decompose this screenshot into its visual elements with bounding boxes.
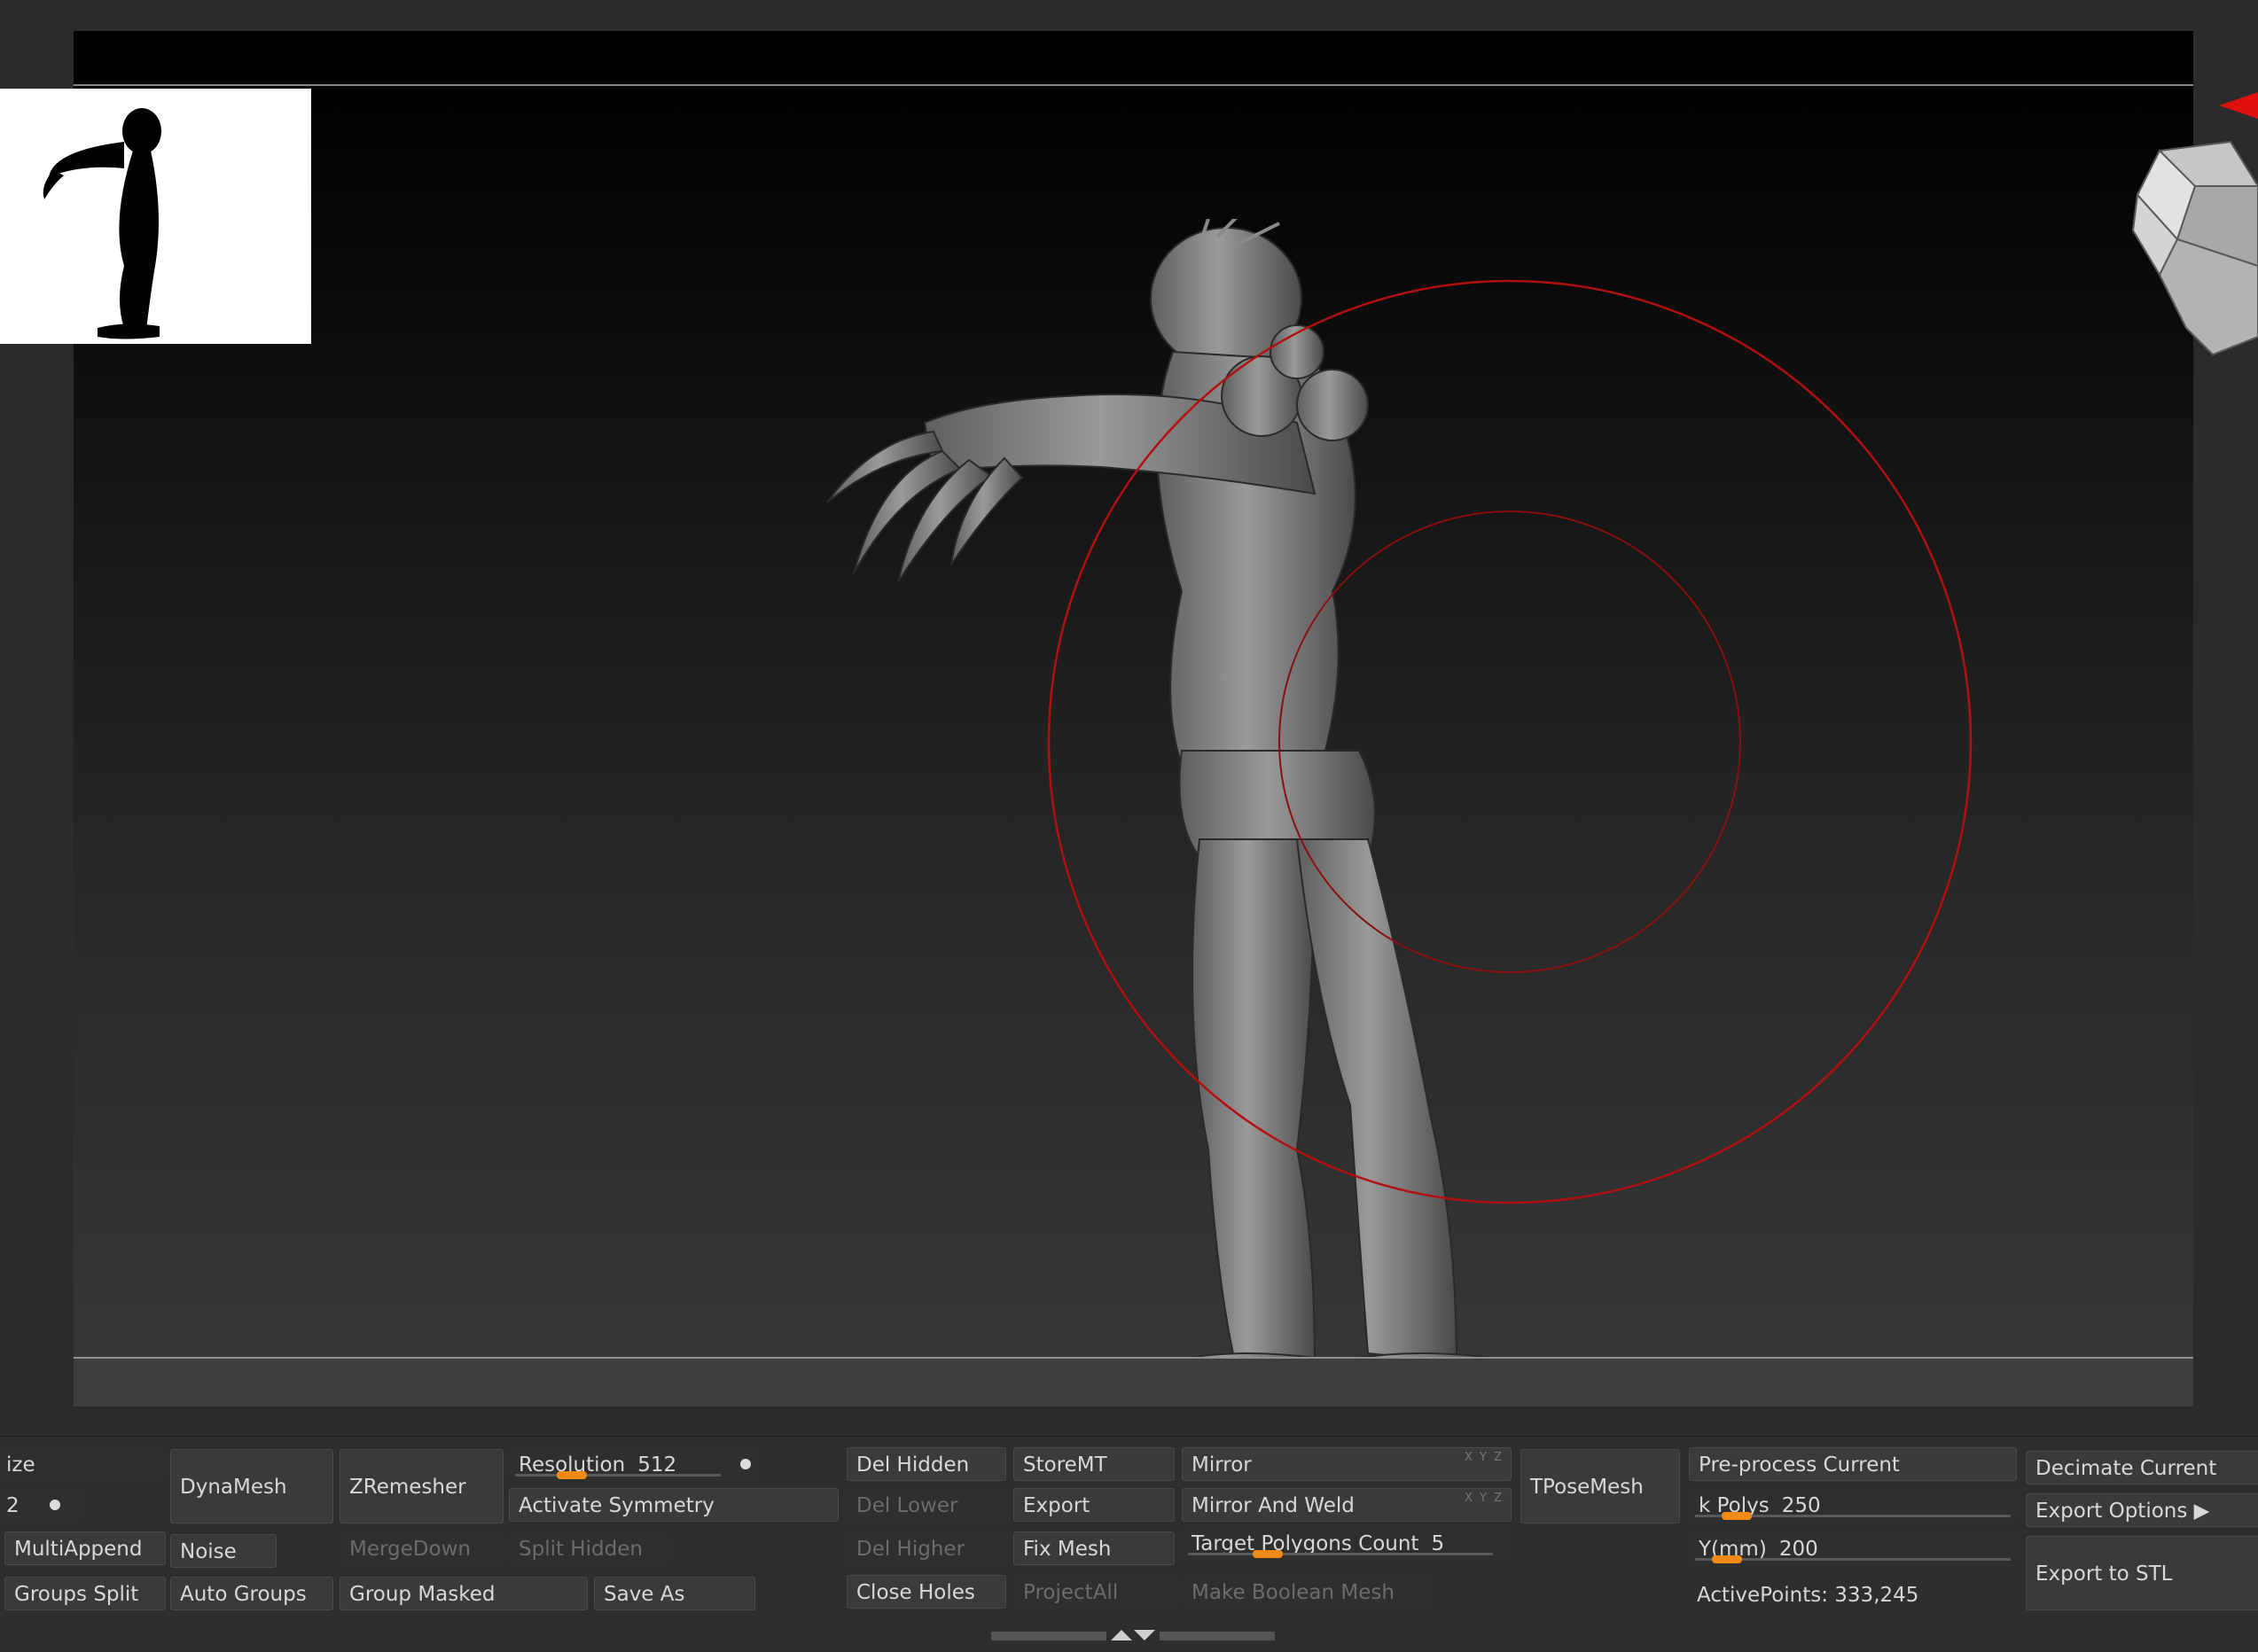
mergedown-button[interactable]: MergeDown — [340, 1531, 504, 1565]
decimate-current-label: Decimate Current — [2035, 1457, 2217, 1480]
activate-symmetry-button[interactable]: Activate Symmetry — [509, 1488, 839, 1522]
del-higher-button[interactable]: Del Higher — [847, 1531, 1006, 1565]
zremesher-label: ZRemesher — [349, 1476, 466, 1499]
preprocess-current-label: Pre-process Current — [1699, 1453, 1900, 1477]
geometry-palette: ize 2 MultiAppend Groups Split DynaMesh … — [0, 1436, 2258, 1652]
auto-groups-button[interactable]: Auto Groups — [170, 1577, 333, 1610]
dynamesh-button[interactable]: DynaMesh — [170, 1449, 333, 1523]
mirror-weld-xyz-toggle[interactable]: X Y Z — [1465, 1489, 1504, 1508]
slider-dot-icon — [50, 1500, 60, 1510]
make-boolean-mesh-button[interactable]: Make Boolean Mesh — [1182, 1575, 1430, 1609]
ymm-track — [1695, 1558, 2011, 1561]
close-holes-label: Close Holes — [856, 1581, 975, 1604]
noise-label: Noise — [180, 1540, 237, 1563]
del-lower-label: Del Lower — [856, 1494, 958, 1517]
group-masked-label: Group Masked — [349, 1583, 496, 1606]
optimize-button[interactable]: ize — [0, 1447, 165, 1481]
resolution-knob[interactable] — [557, 1471, 588, 1479]
mirror-button[interactable]: Mirror X Y Z — [1182, 1447, 1512, 1481]
dynamesh-label: DynaMesh — [180, 1476, 287, 1499]
export-options-button[interactable]: Export Options ▶ — [2026, 1493, 2258, 1527]
groups-split-button[interactable]: Groups Split — [4, 1577, 166, 1610]
tposemesh-label: TPoseMesh — [1530, 1476, 1644, 1499]
value-slider-value: 2 — [6, 1494, 20, 1517]
export-to-stl-label: Export to STL — [2035, 1562, 2173, 1586]
export-label: Export — [1023, 1494, 1090, 1517]
save-as-label: Save As — [604, 1583, 685, 1606]
multiappend-button[interactable]: MultiAppend — [4, 1531, 166, 1565]
mirror-label: Mirror — [1192, 1453, 1252, 1477]
projectall-button[interactable]: ProjectAll — [1013, 1575, 1175, 1609]
fix-mesh-label: Fix Mesh — [1023, 1538, 1112, 1561]
noise-button[interactable]: Noise — [170, 1534, 277, 1568]
tray-toggle-icon[interactable] — [991, 1628, 1275, 1642]
del-hidden-button[interactable]: Del Hidden — [847, 1447, 1006, 1481]
decimate-current-button[interactable]: Decimate Current — [2026, 1451, 2258, 1484]
multiappend-label: MultiAppend — [14, 1538, 143, 1561]
del-lower-button[interactable]: Del Lower — [847, 1488, 1006, 1522]
close-holes-button[interactable]: Close Holes — [847, 1575, 1006, 1609]
slider-dot-icon — [740, 1459, 751, 1469]
head-icon[interactable] — [2124, 133, 2258, 363]
3d-viewport[interactable] — [74, 86, 2193, 1382]
active-points-readout: ActivePoints: 333,245 — [1697, 1584, 1919, 1607]
k-polys-knob[interactable] — [1721, 1512, 1752, 1520]
mirror-and-weld-button[interactable]: Mirror And Weld X Y Z — [1182, 1488, 1512, 1522]
resolution-track — [515, 1474, 721, 1477]
red-arrow-icon — [2219, 92, 2258, 119]
split-hidden-button[interactable]: Split Hidden — [509, 1531, 668, 1565]
canvas-bottom-strip — [74, 1357, 2193, 1407]
split-hidden-label: Split Hidden — [519, 1538, 643, 1561]
target-polygons-knob[interactable] — [1253, 1550, 1284, 1558]
projectall-label: ProjectAll — [1023, 1581, 1119, 1604]
document-canvas[interactable] — [74, 31, 2193, 1407]
target-polygons-slider[interactable]: Target Polygons Count 5 — [1182, 1526, 1512, 1560]
tposemesh-button[interactable]: TPoseMesh — [1520, 1449, 1680, 1523]
save-as-button[interactable]: Save As — [594, 1577, 755, 1610]
ymm-knob[interactable] — [1711, 1555, 1742, 1563]
group-masked-button[interactable]: Group Masked — [340, 1577, 588, 1610]
value-slider[interactable]: 2 — [0, 1488, 81, 1522]
export-to-stl-button[interactable]: Export to STL — [2026, 1536, 2258, 1610]
fix-mesh-button[interactable]: Fix Mesh — [1013, 1531, 1175, 1565]
target-polygons-track — [1188, 1553, 1493, 1555]
export-options-label: Export Options ▶ — [2035, 1500, 2210, 1523]
mirror-xyz-toggle[interactable]: X Y Z — [1465, 1448, 1504, 1468]
resolution-slider[interactable]: Resolution 512 — [509, 1447, 757, 1481]
zremesher-button[interactable]: ZRemesher — [340, 1449, 504, 1523]
groups-split-label: Groups Split — [14, 1583, 139, 1606]
del-higher-label: Del Higher — [856, 1538, 965, 1561]
make-boolean-mesh-label: Make Boolean Mesh — [1192, 1581, 1395, 1604]
mergedown-label: MergeDown — [349, 1538, 471, 1561]
storemt-button[interactable]: StoreMT — [1013, 1447, 1175, 1481]
del-hidden-label: Del Hidden — [856, 1453, 970, 1477]
ymm-slider[interactable]: Y(mm) 200 — [1689, 1531, 2017, 1565]
silhouette-thumbnail — [0, 89, 311, 344]
brush-cursor — [1047, 279, 1973, 1204]
optimize-label: ize — [6, 1453, 35, 1477]
k-polys-slider[interactable]: k Polys 250 — [1689, 1488, 2017, 1522]
canvas-top-strip — [74, 31, 2193, 86]
preprocess-current-button[interactable]: Pre-process Current — [1689, 1447, 2017, 1481]
export-button[interactable]: Export — [1013, 1488, 1175, 1522]
mirror-and-weld-label: Mirror And Weld — [1192, 1494, 1355, 1517]
auto-groups-label: Auto Groups — [180, 1583, 307, 1606]
storemt-label: StoreMT — [1023, 1453, 1107, 1477]
activate-symmetry-label: Activate Symmetry — [519, 1494, 715, 1517]
